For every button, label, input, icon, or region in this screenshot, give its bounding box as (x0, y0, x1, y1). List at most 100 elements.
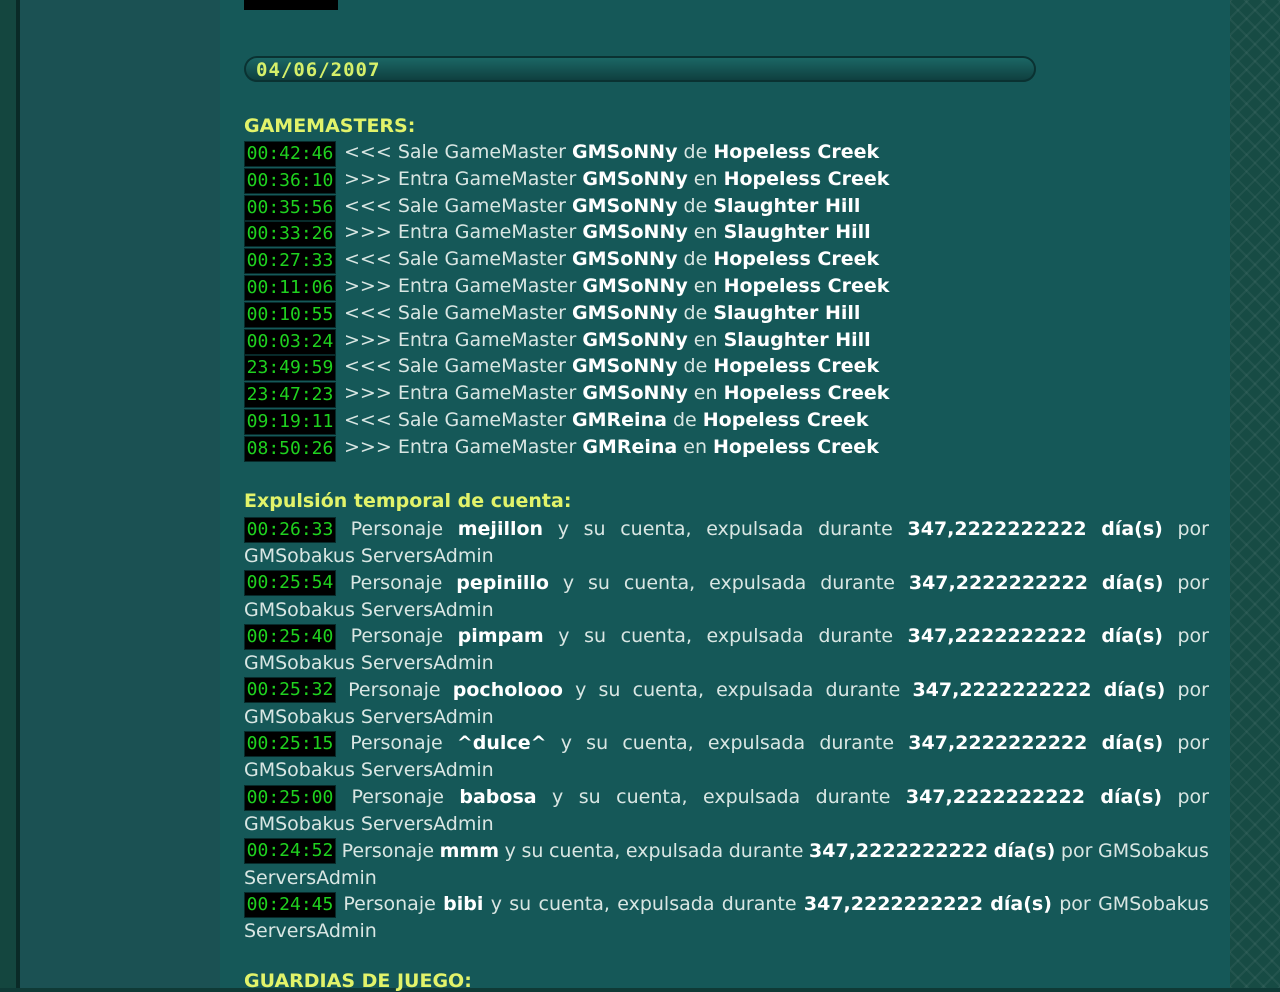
word-y: y (560, 732, 572, 755)
expulsed-by-second: ServersAdmin (244, 866, 377, 889)
timestamp: 00:25:15 (244, 730, 336, 757)
action-text: Entra GameMaster (397, 435, 577, 458)
preposition: en (693, 221, 718, 244)
zone-name: Hopeless Creek (713, 355, 880, 378)
gamemaster-name: GMSoNNy (582, 382, 688, 405)
direction-arrow: >>> (344, 275, 392, 297)
duration-unit: día(s) (1101, 518, 1163, 540)
timestamp: 00:35:56 (244, 194, 336, 221)
word-personaje: Personaje (351, 786, 444, 808)
gm-log-row: 00:35:56 <<< Sale GameMaster GMSoNNy de S… (244, 194, 860, 221)
word-personaje: Personaje (349, 571, 443, 594)
zone-name: Hopeless Creek (713, 435, 879, 458)
word-y: y (504, 839, 516, 862)
duration-unit: día(s) (1101, 571, 1164, 594)
gamemaster-name: GMSoNNy (572, 141, 678, 163)
word-personaje: Personaje (341, 839, 435, 862)
gamemaster-name: GMSoNNy (582, 328, 688, 351)
expulsion-heading: Expulsión temporal de cuenta: (244, 490, 572, 512)
timestamp: 00:33:26 (244, 221, 336, 248)
word-cuenta: cuenta, (616, 786, 688, 808)
word-por: por (1177, 732, 1209, 755)
word-expulsada: expulsada (702, 786, 801, 808)
zone-name: Hopeless Creek (702, 409, 869, 431)
word-cuenta: cuenta, (538, 893, 610, 916)
expulsion-entry: 00:26:33 Personaje mejillon y su cuenta, expul… (244, 516, 1209, 570)
gm-log-row: 23:47:23 >>> Entra GameMaster GMSoNNy en … (244, 382, 889, 409)
preposition: en (693, 382, 718, 405)
preposition: de (672, 409, 697, 431)
player-name: babosa (459, 786, 537, 808)
date-header-bar: 04/06/2007 (244, 56, 1036, 82)
word-y: y (490, 893, 502, 916)
action-text: Sale GameMaster (397, 301, 566, 324)
word-su: su (521, 839, 544, 862)
expulsion-entry: 00:25:00 Personaje babosa y su cuenta, expulsa… (244, 784, 1209, 838)
gamemaster-name: GMSoNNy (582, 221, 688, 244)
duration-unit: día(s) (1100, 786, 1163, 808)
word-durante: durante (825, 678, 901, 701)
expulsed-by: GMSobakus ServersAdmin (244, 598, 494, 621)
word-expulsada: expulsada (625, 839, 724, 862)
expulsion-entry: 00:25:32 Personaje pocholooo y su cuenta, expu… (244, 677, 1209, 731)
word-por: por (1177, 518, 1209, 540)
expulsed-by-second: ServersAdmin (244, 920, 377, 943)
action-text: Sale GameMaster (397, 409, 566, 431)
gm-log-row: 00:36:10 >>> Entra GameMaster GMSoNNy en … (244, 167, 889, 194)
expulsed-by: GMSobakus ServersAdmin (244, 705, 494, 728)
word-su: su (578, 786, 601, 808)
word-personaje: Personaje (350, 518, 444, 540)
timestamp: 00:03:24 (244, 328, 336, 355)
word-expulsada: expulsada (617, 893, 715, 916)
word-su: su (588, 571, 610, 594)
player-name: bibi (443, 893, 484, 916)
preposition: en (693, 275, 718, 297)
expulsion-line: 00:25:54 Personaje pepinillo y su cuenta, expu… (244, 570, 1209, 597)
zone-name: Slaughter Hill (723, 328, 871, 351)
cut-off-previous-entry (244, 0, 1144, 10)
duration-value: 347,2222222222 (809, 839, 989, 862)
word-personaje: Personaje (348, 678, 441, 701)
gm-log-row: 00:11:06 >>> Entra GameMaster GMSoNNy en … (244, 275, 889, 301)
word-cuenta: cuenta, (620, 625, 692, 648)
gm-log-row: 00:10:55 <<< Sale GameMaster GMSoNNy de S… (244, 301, 861, 328)
player-name: pimpam (457, 625, 544, 648)
timestamp-box (244, 0, 338, 10)
player-name: mmm (439, 839, 500, 862)
timestamp: 00:36:10 (244, 167, 336, 194)
direction-arrow: <<< (344, 409, 392, 431)
gamemaster-name: GMSoNNy (582, 275, 688, 297)
duration-unit: día(s) (993, 839, 1056, 862)
gamemaster-name: GMSoNNy (572, 301, 678, 324)
gamemaster-name: GMSoNNy (572, 194, 678, 217)
gm-log-row: 08:50:26 >>> Entra GameMaster GMReina en … (244, 435, 879, 462)
word-y: y (575, 678, 587, 701)
word-por: por (1177, 625, 1210, 648)
zone-name: Slaughter Hill (713, 301, 861, 324)
page-edge (0, 0, 16, 988)
duration-unit: día(s) (1101, 625, 1163, 648)
word-cuenta: cuenta, (548, 839, 621, 862)
word-expulsada: expulsada (716, 678, 814, 701)
expulsed-by-first: GMSobakus (1098, 893, 1209, 916)
timestamp: 00:11:06 (244, 275, 336, 301)
preposition: en (693, 328, 718, 351)
action-text: Sale GameMaster (397, 248, 566, 271)
timestamp: 09:19:11 (244, 409, 336, 435)
direction-arrow: <<< (344, 301, 392, 324)
gm-log-row: 00:27:33 <<< Sale GameMaster GMSoNNy de H… (244, 248, 879, 275)
action-text: Entra GameMaster (397, 167, 577, 190)
word-su: su (509, 893, 532, 916)
preposition: de (683, 194, 708, 217)
expulsion-line: 00:25:15 Personaje ^dulce^ y su cuenta, expuls… (244, 730, 1209, 757)
decorative-border (1230, 0, 1280, 988)
preposition: de (683, 141, 708, 163)
gamemaster-name: GMReina (572, 409, 667, 431)
expulsion-entry: 00:25:54 Personaje pepinillo y su cuenta, expu… (244, 570, 1209, 624)
action-text: Sale GameMaster (397, 355, 566, 378)
direction-arrow: <<< (344, 248, 392, 271)
player-name: pepinillo (456, 571, 549, 594)
word-durante: durante (818, 625, 894, 648)
word-expulsada: expulsada (706, 518, 804, 540)
action-text: Sale GameMaster (397, 194, 566, 217)
